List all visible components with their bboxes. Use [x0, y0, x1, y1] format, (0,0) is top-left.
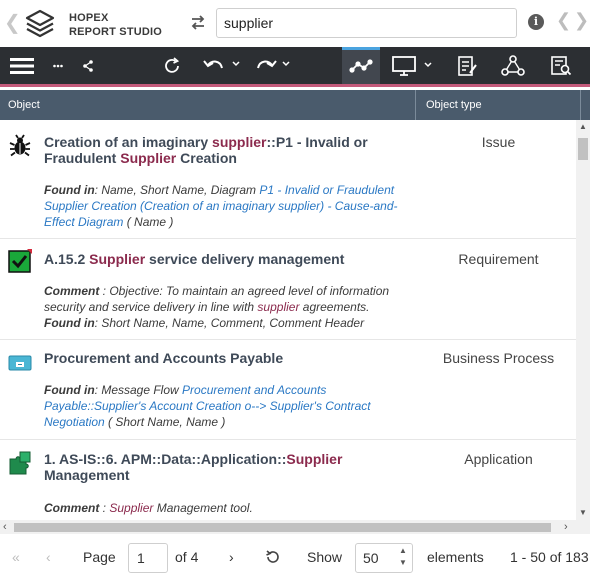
page-size-spinner-icon[interactable]: ▲ ▼: [398, 545, 408, 569]
application-puzzle-icon: [9, 451, 31, 475]
results-column-header: Object Object type: [0, 90, 590, 120]
result-title[interactable]: A.15.2 Supplier service delivery managem…: [44, 251, 404, 267]
page-label: Page: [83, 549, 116, 565]
toolbar-accent-line: [0, 84, 590, 87]
show-label: Show: [307, 549, 343, 565]
scroll-down-icon[interactable]: ▼: [579, 508, 587, 517]
result-row[interactable]: Creation of an imaginary supplier::P1 - …: [0, 120, 576, 239]
result-detail: Found in: Message Flow Procurement and A…: [44, 383, 371, 429]
result-object-type: Issue: [481, 134, 516, 150]
vertical-scroll-thumb[interactable]: [578, 138, 588, 160]
page-number-input[interactable]: 1: [128, 543, 168, 573]
more-icon[interactable]: [48, 47, 68, 84]
brand-line1: HOPEX: [69, 12, 109, 24]
collapse-left-icon[interactable]: ❮: [4, 12, 21, 34]
result-object-type: Business Process: [442, 350, 555, 366]
previous-page-icon[interactable]: ‹: [46, 549, 51, 565]
scroll-up-icon[interactable]: ▲: [579, 122, 587, 131]
result-title[interactable]: Procurement and Accounts Payable: [44, 350, 404, 366]
result-row[interactable]: A.15.2 Supplier service delivery managem…: [0, 239, 576, 340]
results-list: Creation of an imaginary supplier::P1 - …: [0, 120, 576, 520]
pagination-bar: « ‹ Page 1 of 4 › Show 50 ▲ ▼ elements 1 …: [0, 536, 590, 577]
graph-view-icon[interactable]: [342, 47, 380, 84]
column-separator[interactable]: [580, 90, 581, 120]
bug-icon: [9, 134, 31, 157]
horizontal-scrollbar[interactable]: ‹ ›: [0, 520, 576, 534]
main-toolbar: [0, 47, 590, 87]
horizontal-scroll-thumb[interactable]: [14, 523, 551, 532]
app-header: ❮ HOPEX REPORT STUDIO supplier i ❮ ❯: [0, 0, 590, 47]
info-icon[interactable]: i: [528, 14, 544, 30]
menu-icon[interactable]: [6, 47, 38, 84]
vertical-scrollbar[interactable]: ▲ ▼: [576, 120, 590, 520]
first-page-icon[interactable]: «: [12, 549, 20, 565]
search-input[interactable]: supplier: [216, 8, 517, 38]
redo-icon[interactable]: [250, 47, 294, 84]
chevron-left-icon[interactable]: ❮: [556, 10, 571, 31]
refresh-icon[interactable]: [158, 47, 186, 84]
result-detail: Comment : Objective: To maintain an agre…: [44, 283, 414, 331]
brand-line2: REPORT STUDIO: [69, 26, 163, 38]
brand-name: HOPEX REPORT STUDIO: [69, 11, 162, 39]
document-search-icon[interactable]: [546, 47, 576, 84]
undo-icon[interactable]: [200, 47, 244, 84]
result-object-type: Application: [464, 451, 533, 467]
share-icon[interactable]: [78, 47, 98, 84]
report-icon[interactable]: [452, 47, 482, 84]
result-title[interactable]: Creation of an imaginary supplier::P1 - …: [44, 134, 404, 166]
page-count: of 4: [175, 549, 199, 565]
result-detail: Comment : Supplier Management tool.: [44, 501, 253, 515]
reload-icon[interactable]: [265, 549, 281, 565]
hopex-logo-icon: [25, 9, 55, 38]
next-page-icon[interactable]: ›: [229, 549, 234, 565]
column-object-type[interactable]: Object type: [426, 99, 482, 111]
business-process-icon: [8, 355, 32, 371]
swap-icon[interactable]: [190, 13, 206, 33]
column-object[interactable]: Object: [8, 99, 40, 111]
result-range: 1 - 50 of 183: [510, 549, 589, 565]
result-detail: Found in: Name, Short Name, Diagram P1 -…: [44, 183, 398, 229]
network-icon[interactable]: [498, 47, 528, 84]
scrollbar-corner: [576, 520, 590, 534]
display-icon[interactable]: [388, 47, 436, 84]
scroll-right-icon[interactable]: ›: [564, 521, 568, 533]
chevron-right-icon[interactable]: ❯: [574, 10, 589, 31]
scroll-left-icon[interactable]: ‹: [3, 521, 7, 533]
result-found-in: Found in: Short Name, Name, Comment, Com…: [44, 316, 365, 330]
result-comment: Comment : Objective: To maintain an agre…: [44, 284, 390, 314]
result-row[interactable]: 1. AS-IS::6. APM::Data::Application::Sup…: [0, 440, 576, 520]
result-title[interactable]: 1. AS-IS::6. APM::Data::Application::Sup…: [44, 451, 404, 483]
requirement-check-icon: [8, 249, 32, 273]
elements-label: elements: [427, 549, 484, 565]
result-object-type: Requirement: [458, 251, 539, 267]
column-separator[interactable]: [415, 90, 416, 120]
result-row[interactable]: Procurement and Accounts Payable Busines…: [0, 340, 576, 440]
